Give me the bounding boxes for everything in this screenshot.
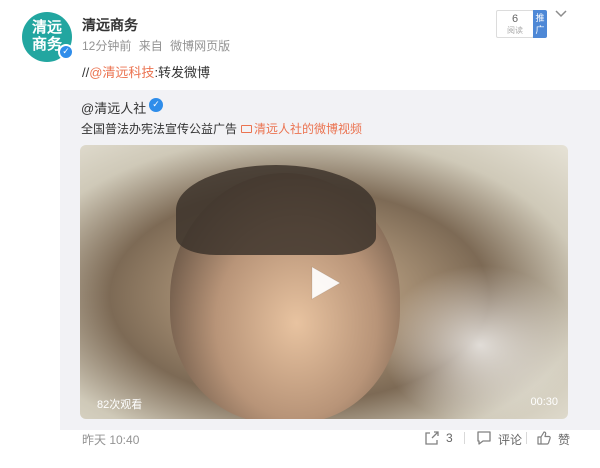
video-link[interactable]: 清远人社的微博视频	[241, 122, 362, 136]
chevron-down-icon[interactable]	[554, 8, 568, 20]
read-count-box: 6 阅读	[496, 10, 534, 38]
username[interactable]: 清远商务	[82, 15, 138, 35]
thumbs-up-icon	[537, 431, 551, 445]
retweet-text: 全国普法办宪法宣传公益广告 清远人社的微博视频	[81, 120, 362, 137]
video-views: 82次观看	[97, 399, 143, 411]
read-count: 6	[511, 13, 519, 25]
verified-badge-icon: ✓	[149, 98, 163, 112]
like-label: 赞	[558, 433, 571, 447]
repost-suffix: :转发微博	[154, 65, 211, 80]
time-ago[interactable]: 12分钟前	[82, 39, 131, 53]
video-player[interactable]: 82次观看 00:30	[80, 145, 568, 419]
divider	[464, 432, 465, 444]
verified-badge-icon: ✓	[58, 44, 74, 60]
footer-time[interactable]: 昨天 10:40	[82, 431, 139, 448]
source-prefix: 来自	[138, 39, 163, 53]
repost-icon	[425, 431, 439, 445]
read-label: 阅读	[507, 26, 523, 35]
repost-count: 3	[446, 431, 453, 445]
mention-link[interactable]: @清远科技	[89, 65, 154, 80]
retweet-block: @清远人社 ✓ 全国普法办宪法宣传公益广告 清远人社的微博视频 82次观看 00:…	[60, 90, 600, 430]
like-button[interactable]: 赞	[536, 430, 576, 447]
weibo-post-card: 清远 商务 ✓ 清远商务 12分钟前 来自 微博网页版 6 阅读 推广 //@清…	[0, 0, 600, 468]
divider	[526, 432, 527, 444]
comment-button[interactable]: 评论	[476, 430, 526, 447]
comment-label: 评论	[498, 433, 523, 447]
retweet-username[interactable]: @清远人社	[81, 98, 146, 117]
source-link[interactable]: 微博网页版	[170, 39, 230, 53]
play-icon[interactable]	[308, 265, 342, 301]
video-duration: 00:30	[530, 396, 558, 408]
post-meta: 12分钟前 来自 微博网页版	[82, 37, 234, 54]
video-link-label: 清远人社的微博视频	[254, 122, 363, 136]
repost-button[interactable]: 3	[424, 430, 464, 446]
video-icon	[241, 125, 253, 133]
promote-button[interactable]: 推广	[533, 10, 547, 38]
comment-icon	[477, 431, 491, 445]
repost-text: //@清远科技:转发微博	[82, 62, 210, 81]
video-frame-detail	[176, 165, 376, 255]
retweet-body: 全国普法办宪法宣传公益广告	[81, 122, 238, 136]
